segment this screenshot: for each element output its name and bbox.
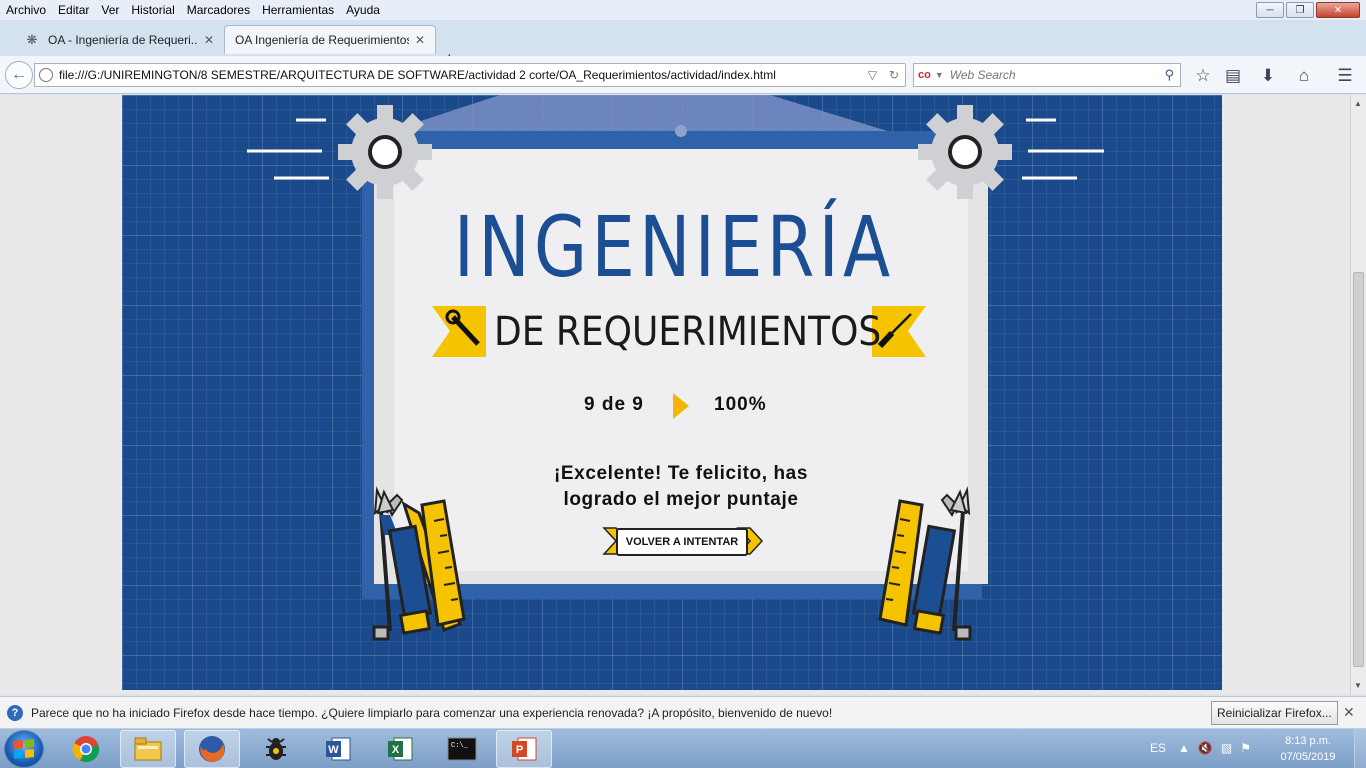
close-notification-icon[interactable]: ✕ (1343, 704, 1355, 721)
url-text: file:///G:/UNIREMINGTON/8 SEMESTRE/ARQUI… (59, 68, 776, 82)
windows-logo-icon (14, 739, 34, 759)
page-viewport: INGENIERÍA DE REQUERIMIENTOS 9 de 9 100%… (0, 95, 1350, 694)
show-desktop-button[interactable] (1354, 729, 1366, 768)
tray-expand-icon[interactable]: ▲ (1178, 741, 1190, 755)
scrollbar-thumb[interactable] (1353, 272, 1364, 667)
svg-text:P: P (516, 744, 523, 756)
restore-button[interactable]: ❐ (1286, 2, 1314, 18)
search-icon[interactable]: ⚲ (1164, 67, 1174, 83)
bookmark-star-icon[interactable]: ☆ (1192, 66, 1214, 86)
close-tab-icon[interactable]: ✕ (415, 33, 425, 47)
window-controls: ─ ❐ ✕ (1256, 2, 1360, 18)
stage-illustration (247, 95, 1104, 641)
taskbar: W X C:\_ P ES ▲ 🔇 ▧ ⚑ 8:13 p.m. 07/05/20… (0, 728, 1366, 768)
start-button[interactable] (4, 730, 44, 768)
score-count: 9 de 9 (584, 394, 644, 415)
tab-bar: ❋ OA - Ingeniería de Requeri... ✕ OA Ing… (0, 20, 1366, 69)
arrow-right-icon (673, 393, 689, 419)
taskbar-excel[interactable]: X (372, 730, 428, 768)
notification-text: Parece que no ha iniciado Firefox desde … (31, 705, 833, 720)
svg-text:X: X (392, 744, 400, 756)
history-dropdown-icon[interactable]: ▽ (868, 68, 877, 82)
retry-control: VOLVER A INTENTAR (594, 528, 770, 556)
action-center-flag-icon[interactable]: ⚑ (1240, 741, 1251, 755)
volume-muted-icon[interactable]: 🔇 (1198, 741, 1213, 755)
help-icon: ? (7, 704, 23, 721)
minimize-button[interactable]: ─ (1256, 2, 1284, 18)
close-tab-icon[interactable]: ✕ (204, 33, 214, 47)
scroll-down-icon[interactable]: ▼ (1354, 681, 1362, 690)
globe-icon (39, 68, 53, 82)
clock-date: 07/05/2019 (1280, 751, 1336, 763)
reading-list-icon[interactable]: ▤ (1222, 66, 1244, 86)
scroll-up-icon[interactable]: ▲ (1354, 99, 1362, 108)
tab-title: OA Ingeniería de Requerimientos (235, 33, 409, 47)
menu-historial[interactable]: Historial (131, 3, 174, 17)
gear-left-icon (338, 105, 432, 199)
menu-editar[interactable]: Editar (58, 3, 89, 17)
terminal-icon: C:\_ (447, 737, 477, 761)
firefox-icon (199, 736, 225, 762)
reset-firefox-button[interactable]: Reinicializar Firefox... (1211, 701, 1338, 725)
chrome-icon (72, 736, 100, 763)
clock-time: 8:13 p.m. (1285, 735, 1331, 747)
back-button[interactable]: ← (5, 61, 33, 89)
score-percent: 100% (714, 394, 767, 415)
menu-ver[interactable]: Ver (101, 3, 119, 17)
menu-ayuda[interactable]: Ayuda (346, 3, 380, 17)
vertical-scrollbar[interactable]: ▲ ▼ (1350, 95, 1366, 694)
bug-icon (266, 738, 286, 760)
taskbar-firefox[interactable] (184, 730, 240, 768)
menu-marcadores[interactable]: Marcadores (187, 3, 250, 17)
search-input[interactable] (949, 68, 1165, 82)
search-engine-icon[interactable]: co (918, 69, 931, 81)
tab-oa-active[interactable]: OA Ingeniería de Requerimientos ✕ (224, 25, 436, 54)
svg-text:W: W (328, 744, 339, 756)
activity-stage: INGENIERÍA DE REQUERIMIENTOS 9 de 9 100%… (122, 95, 1222, 690)
svg-text:C:\_: C:\_ (451, 742, 469, 750)
search-bar: co ▼ ⚲ (913, 63, 1181, 87)
sena-favicon-icon: ❋ (26, 31, 38, 47)
result-message: ¡Excelente! Te felicito, has logrado el … (553, 463, 809, 510)
tab-oa-previous[interactable]: ❋ OA - Ingeniería de Requeri... ✕ (14, 25, 224, 54)
tab-title: OA - Ingeniería de Requeri... (48, 32, 198, 47)
page-subtitle: DE REQUERIMIENTOS (494, 309, 882, 355)
taskbar-powerpoint[interactable]: P (496, 730, 552, 768)
speed-lines-right (1022, 118, 1104, 180)
taskbar-explorer[interactable] (120, 730, 176, 768)
gear-right-icon (918, 105, 1012, 199)
clock[interactable]: 8:13 p.m. 07/05/2019 (1270, 733, 1346, 765)
taskbar-word[interactable]: W (310, 730, 366, 768)
network-icon[interactable]: ▧ (1221, 741, 1232, 755)
engine-dropdown-icon[interactable]: ▼ (935, 70, 944, 80)
powerpoint-icon: P (512, 737, 537, 761)
retry-button[interactable]: VOLVER A INTENTAR (616, 528, 748, 556)
menu-herramientas[interactable]: Herramientas (262, 3, 334, 17)
taskbar-terminal[interactable]: C:\_ (434, 730, 490, 768)
taskbar-chrome[interactable] (58, 730, 114, 768)
file-explorer-icon (134, 737, 162, 761)
home-icon[interactable]: ⌂ (1293, 66, 1315, 86)
notification-bar: ? Parece que no ha iniciado Firefox desd… (0, 696, 1366, 728)
menu-archivo[interactable]: Archivo (6, 3, 46, 17)
speed-lines-left (247, 118, 329, 180)
taskbar-bug-app[interactable] (248, 730, 304, 768)
excel-icon: X (388, 737, 413, 761)
reload-icon[interactable]: ↻ (889, 68, 899, 82)
word-icon: W (326, 737, 351, 761)
page-title: INGENIERÍA (453, 198, 895, 296)
close-window-button[interactable]: ✕ (1316, 2, 1360, 18)
navigation-bar: ← file:///G:/UNIREMINGTON/8 SEMESTRE/ARQ… (0, 56, 1366, 94)
hamburger-menu-icon[interactable]: ☰ (1334, 66, 1356, 86)
menu-bar: Archivo Editar Ver Historial Marcadores … (0, 0, 1366, 20)
downloads-icon[interactable]: ⬇ (1257, 66, 1279, 86)
language-indicator[interactable]: ES (1150, 741, 1166, 755)
score-display: 9 de 9 100% (552, 393, 792, 419)
address-bar[interactable]: file:///G:/UNIREMINGTON/8 SEMESTRE/ARQUI… (34, 63, 906, 87)
system-tray: ▲ 🔇 ▧ ⚑ (1178, 741, 1251, 755)
